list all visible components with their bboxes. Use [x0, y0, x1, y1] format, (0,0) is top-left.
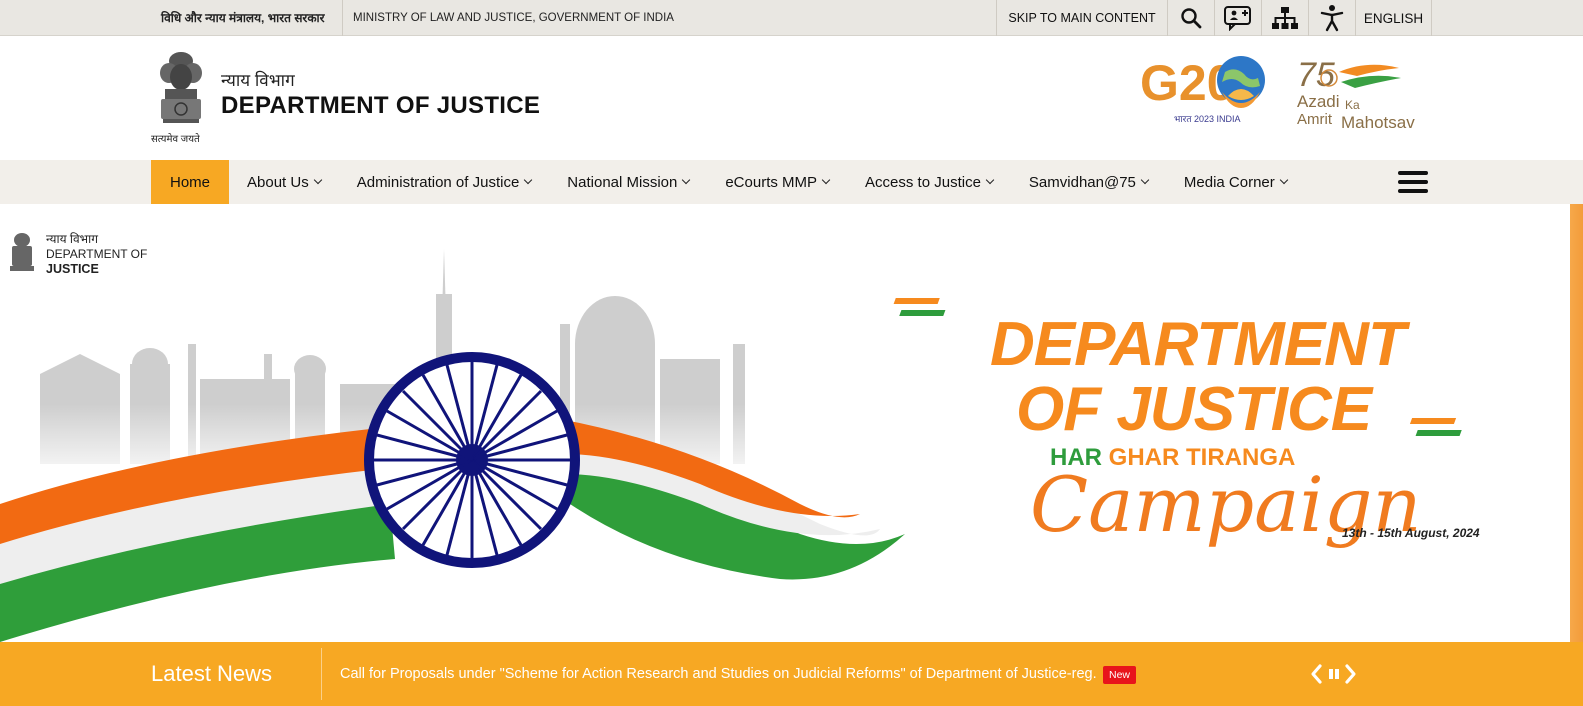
nav-item-ecourts-mmp[interactable]: eCourts MMP: [707, 160, 847, 204]
g20-subtitle: भारत 2023 INDIA: [1174, 114, 1241, 124]
g20-logo: G20 भारत 2023 INDIA: [1140, 55, 1265, 124]
department-hindi-name: न्याय विभाग: [221, 71, 295, 90]
hamburger-menu-button[interactable]: [1398, 171, 1428, 193]
nav-item-label: Media Corner: [1183, 173, 1275, 191]
next-icon[interactable]: [1345, 664, 1356, 684]
search-button[interactable]: [1167, 0, 1214, 36]
feedback-chat-icon: [1224, 6, 1251, 31]
department-name: DEPARTMENT OF JUSTICE: [221, 92, 541, 119]
nav-item-administration-of-justice[interactable]: Administration of Justice: [339, 160, 550, 204]
nav-item-label: National Mission: [567, 173, 678, 191]
ticker-controls: [1311, 664, 1356, 684]
nav-item-label: Home: [170, 173, 211, 191]
previous-icon[interactable]: [1311, 664, 1322, 684]
skip-to-main-content-link[interactable]: SKIP TO MAIN CONTENT: [996, 0, 1167, 36]
nav-item-label: About Us: [247, 173, 309, 191]
sitemap-button[interactable]: [1261, 0, 1308, 36]
search-icon: [1181, 8, 1202, 29]
top-utility-bar: विधि और न्याय मंत्रालय, भारत सरकार MINIS…: [0, 0, 1583, 36]
ministry-label: MINISTRY OF LAW AND JUSTICE, GOVERNMENT …: [353, 12, 674, 24]
banner-headline-line1: DEPARTMENT: [990, 310, 1406, 379]
latest-news-bar: Latest News Call for Proposals under "Sc…: [0, 642, 1583, 706]
pause-icon[interactable]: [1329, 669, 1333, 679]
accessibility-icon: [1320, 5, 1344, 32]
chevron-down-icon: [1140, 175, 1150, 185]
nav-item-label: Administration of Justice: [356, 173, 520, 191]
feedback-button[interactable]: [1214, 0, 1261, 36]
banner-mini-logo-line1: DEPARTMENT OF: [46, 247, 148, 261]
site-header: सत्यमेव जयते न्याय विभाग DEPARTMENT OF J…: [0, 36, 1583, 160]
banner-mini-logo-line2: JUSTICE: [46, 262, 99, 276]
nav-item-label: eCourts MMP: [725, 173, 818, 191]
emblem-motto: सत्यमेव जयते: [151, 134, 200, 145]
banner-mini-logo-hindi: न्याय विभाग: [46, 232, 98, 246]
nav-item-about-us[interactable]: About Us: [229, 160, 339, 204]
nav-menu: Home About Us Administration of Justice …: [151, 160, 1305, 204]
hindi-government-label: विधि और न्याय मंत्रालय, भारत सरकार: [161, 11, 325, 25]
azadi-ka-amrit-mahotsav-logo: 75 Azadi Ka Amrit Mahotsav: [1297, 56, 1415, 130]
nav-item-access-to-justice[interactable]: Access to Justice: [847, 160, 1011, 204]
next-slide-peek: [1570, 204, 1583, 642]
banner-headline-line2: OF JUSTICE: [1016, 375, 1372, 444]
language-toggle[interactable]: ENGLISH: [1355, 0, 1432, 36]
main-navigation: Home About Us Administration of Justice …: [0, 160, 1583, 204]
accessibility-button[interactable]: [1308, 0, 1355, 36]
hamburger-icon-bar: [1398, 171, 1428, 175]
banner-mini-logo: न्याय विभाग DEPARTMENT OF JUSTICE: [46, 232, 147, 277]
national-emblem-icon: [160, 52, 202, 123]
azadi-logo-line1: Azadi: [1297, 92, 1340, 111]
chevron-down-icon: [985, 175, 995, 185]
nav-item-home[interactable]: Home: [151, 160, 230, 204]
divider: [342, 0, 343, 36]
sitemap-icon: [1272, 7, 1298, 29]
chevron-down-icon: [1279, 175, 1289, 185]
latest-news-title: Latest News: [151, 661, 273, 686]
nav-item-national-mission[interactable]: National Mission: [549, 160, 707, 204]
hamburger-icon-bar: [1398, 189, 1428, 193]
chevron-down-icon: [682, 175, 691, 185]
nav-item-media-corner[interactable]: Media Corner: [1166, 160, 1305, 204]
chevron-down-icon: [821, 175, 831, 185]
azadi-logo-ka: Ka: [1345, 98, 1360, 112]
banner-dates: 13th - 15th August, 2024: [1342, 526, 1480, 540]
divider: [321, 648, 322, 700]
hero-banner[interactable]: न्याय विभाग DEPARTMENT OF JUSTICE DEPART…: [0, 204, 1570, 642]
azadi-logo-mahotsav: Mahotsav: [1341, 113, 1415, 130]
chevron-down-icon: [313, 175, 322, 185]
news-ticker-item[interactable]: Call for Proposals under "Scheme for Act…: [340, 642, 1097, 706]
pause-icon-bar: [1335, 669, 1339, 679]
azadi-logo-line2: Amrit: [1297, 111, 1333, 128]
nav-item-label: Samvidhan@75: [1028, 173, 1136, 191]
new-badge: New: [1103, 666, 1137, 684]
azadi-logo-75: 75: [1297, 56, 1335, 94]
utility-tools: SKIP TO MAIN CONTENT ENGLISH: [996, 0, 1432, 36]
chevron-down-icon: [524, 175, 533, 185]
hamburger-icon-bar: [1398, 180, 1428, 184]
nav-item-samvidhan-75[interactable]: Samvidhan@75: [1011, 160, 1166, 204]
nav-item-label: Access to Justice: [865, 173, 981, 191]
